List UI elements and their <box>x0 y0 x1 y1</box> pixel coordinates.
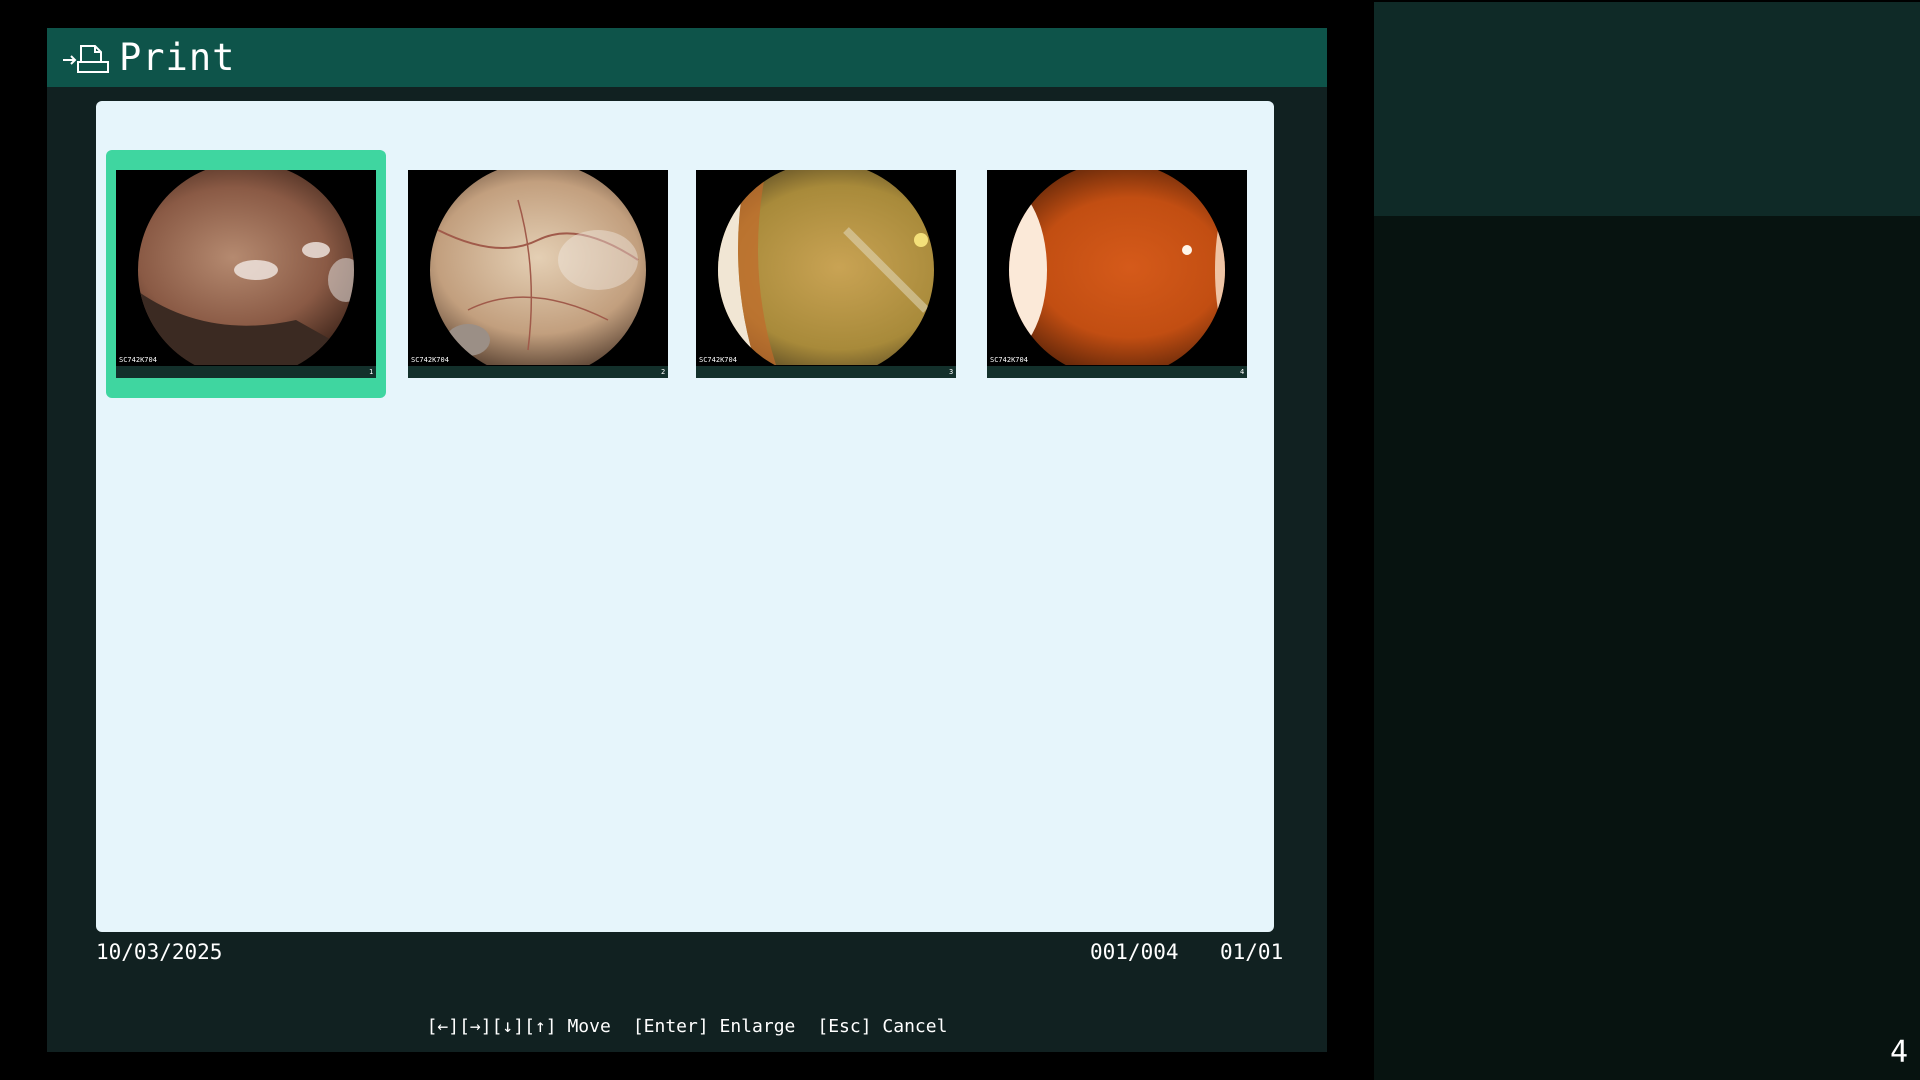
keyboard-hints: [←][→][↓][↑] Move [Enter] Enlarge [Esc] Ca… <box>47 1016 1327 1037</box>
thumbnail-index-1: 1 <box>369 368 373 376</box>
thumbnail-index-4: 4 <box>1240 368 1244 376</box>
hint-move: [←][→][↓][↑] Move <box>426 1016 611 1037</box>
thumbnail-item-2[interactable]: SC742K704 2 <box>398 150 678 398</box>
thumbnail-label-4: SC742K704 <box>990 356 1028 364</box>
monitor-number: 4 <box>1889 1035 1908 1070</box>
thumbnail-panel: SC742K704 1 SC742K704 2 SC742K704 3 SC74… <box>96 101 1274 932</box>
print-to-file-icon <box>61 40 113 76</box>
thumbnail-item-3[interactable]: SC742K704 3 <box>686 150 966 398</box>
endoscopy-image-3: SC742K704 3 <box>696 170 956 378</box>
hint-cancel: [Esc] Cancel <box>817 1016 948 1037</box>
image-count: 001/004 <box>1090 940 1179 964</box>
screen: Print SC742K704 1 SC742K704 2 SC742K704 … <box>0 0 1920 1080</box>
thumbnail-label-1: SC742K704 <box>119 356 157 364</box>
thumbnail-item-4[interactable]: SC742K704 4 <box>977 150 1257 398</box>
dialog-title: Print <box>119 36 236 79</box>
hint-enlarge: [Enter] Enlarge <box>632 1016 796 1037</box>
page-indicator: 01/01 <box>1220 940 1284 964</box>
thumbnail-label-2: SC742K704 <box>411 356 449 364</box>
thumbnail-item-1[interactable]: SC742K704 1 <box>106 150 386 398</box>
thumbnail-grid: SC742K704 1 SC742K704 2 SC742K704 3 SC74… <box>96 101 1274 932</box>
thumbnail-index-3: 3 <box>949 368 953 376</box>
side-panel-top <box>1374 2 1920 216</box>
thumbnail-label-3: SC742K704 <box>699 356 737 364</box>
endoscopy-image-1: SC742K704 1 <box>116 170 376 378</box>
dialog-titlebar: Print <box>47 28 1327 87</box>
endoscopy-image-2: SC742K704 2 <box>408 170 668 378</box>
print-dialog: Print SC742K704 1 SC742K704 2 SC742K704 … <box>47 28 1327 1052</box>
date-label: 10/03/2025 <box>96 940 223 964</box>
side-panel-bottom: 4 <box>1374 216 1920 1080</box>
thumbnail-index-2: 2 <box>661 368 665 376</box>
endoscopy-image-4: SC742K704 4 <box>987 170 1247 378</box>
